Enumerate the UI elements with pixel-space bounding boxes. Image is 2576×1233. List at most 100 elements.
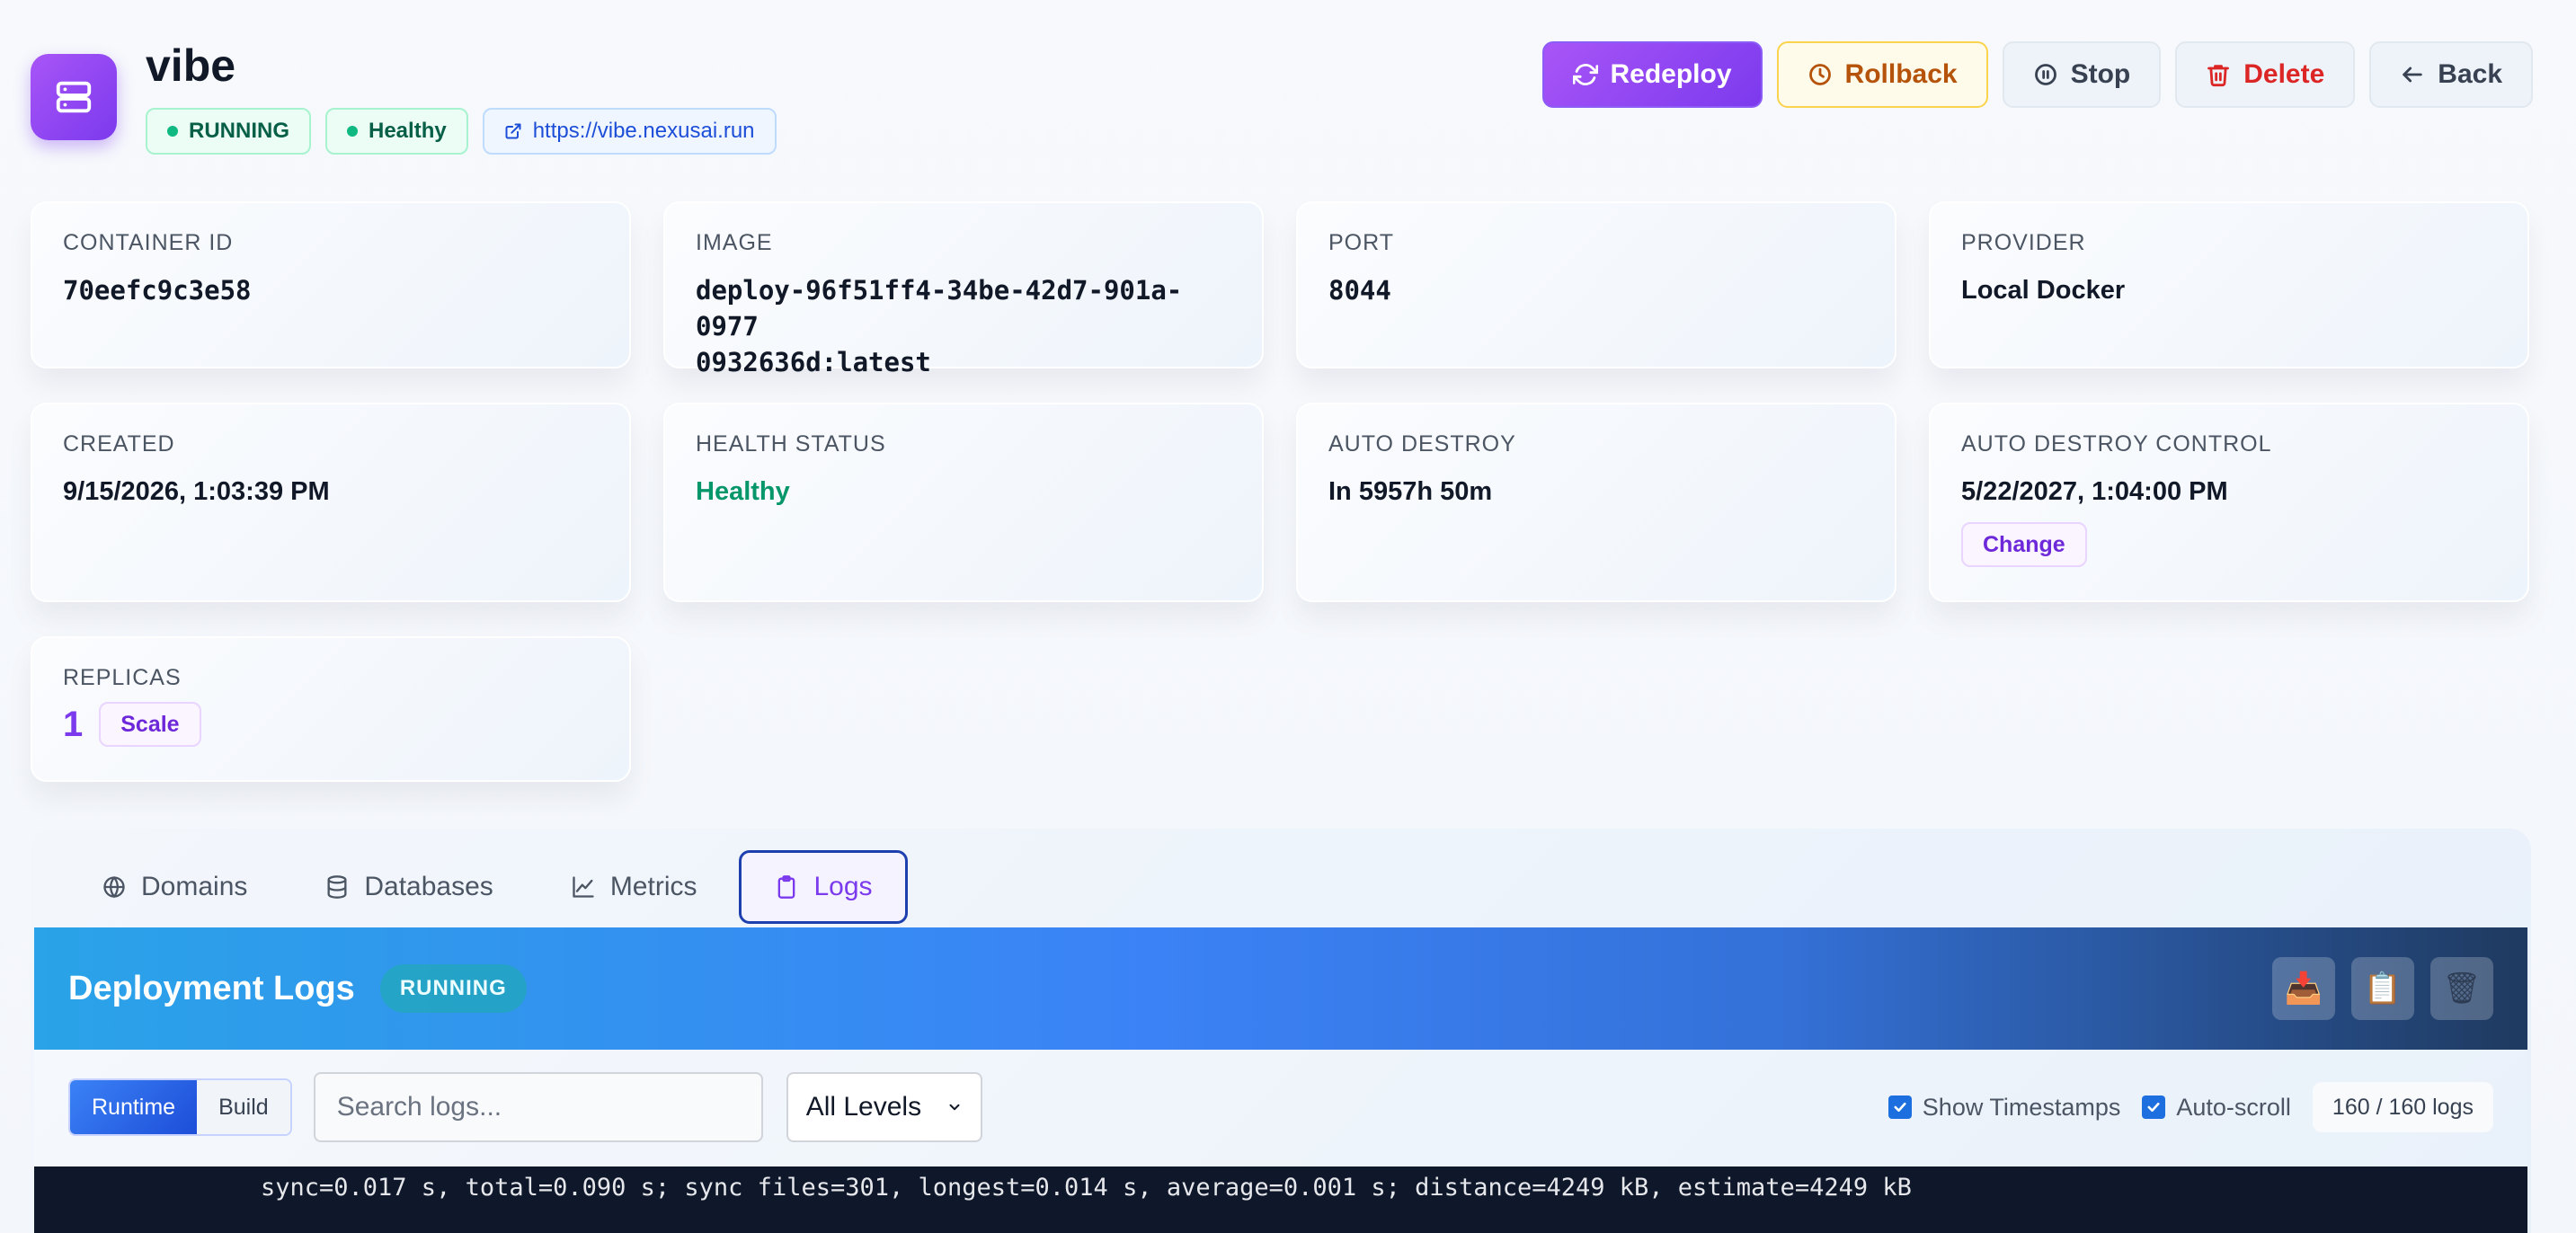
show-timestamps-label: Show Timestamps: [1922, 1093, 2121, 1121]
card-label: PORT: [1328, 230, 1394, 255]
image-value-line: 0932636d:latest: [696, 347, 931, 377]
logs-toolbar: Runtime Build All Levels Show Timestamps…: [34, 1050, 2527, 1165]
health-badge-label: Healthy: [369, 119, 447, 143]
tab-databases[interactable]: Databases: [289, 850, 528, 924]
level-select-value: All Levels: [805, 1092, 922, 1122]
clear-logs-button[interactable]: 🗑: [2430, 957, 2493, 1020]
redeploy-button[interactable]: Redeploy: [1541, 41, 1763, 108]
health-dot-icon: [347, 126, 358, 137]
clock-icon: [1808, 64, 1831, 85]
card-label: REPLICAS: [63, 665, 182, 690]
external-link-icon: [505, 123, 521, 139]
back-button[interactable]: Back: [2369, 41, 2533, 108]
log-output[interactable]: sync=0.017 s, total=0.090 s; sync files=…: [34, 1166, 2527, 1233]
search-logs-input[interactable]: [313, 1072, 763, 1142]
port-card: PORT 8044: [1296, 201, 1896, 368]
card-label: HEALTH STATUS: [696, 431, 886, 457]
card-label: AUTO DESTROY CONTROL: [1961, 431, 2272, 457]
tab-logs[interactable]: Logs: [739, 850, 908, 924]
auto-scroll-label: Auto-scroll: [2176, 1093, 2291, 1121]
tab-label: Domains: [141, 872, 248, 901]
level-select[interactable]: All Levels: [786, 1072, 982, 1142]
clipboard-icon: [778, 875, 795, 899]
back-label: Back: [2438, 59, 2502, 89]
app-icon: [31, 54, 117, 140]
logs-header-actions: 📥 📋 🗑: [2272, 957, 2493, 1020]
trash-icon: [2207, 65, 2230, 87]
change-button[interactable]: Change: [1961, 522, 2087, 567]
image-value: deploy-96f51ff4-34be-42d7-901a-0977 0932…: [696, 272, 1231, 380]
tab-label: Databases: [364, 872, 493, 901]
rollback-button[interactable]: Rollback: [1776, 41, 1988, 108]
scale-button[interactable]: Scale: [99, 702, 201, 747]
tab-label: Logs: [813, 872, 873, 901]
replicas-value: 1: [63, 704, 84, 744]
provider-value: Local Docker: [1961, 276, 2126, 305]
status-dot-icon: [167, 126, 178, 137]
build-toggle[interactable]: Build: [197, 1080, 290, 1134]
auto-destroy-control-card: AUTO DESTROY CONTROL 5/22/2027, 1:04:00 …: [1929, 403, 2529, 602]
created-card: CREATED 9/15/2026, 1:03:39 PM: [31, 403, 631, 602]
logs-status-badge: RUNNING: [379, 964, 527, 1013]
status-badge-label: RUNNING: [189, 119, 289, 143]
health-status-card: HEALTH STATUS Healthy: [663, 403, 1264, 602]
checkbox-checked-icon: [1888, 1096, 1912, 1119]
port-value: 8044: [1328, 275, 1391, 306]
log-options: Show Timestamps Auto-scroll 160 / 160 lo…: [1888, 1082, 2493, 1132]
delete-button[interactable]: Delete: [2175, 41, 2356, 108]
delete-label: Delete: [2243, 59, 2325, 89]
download-icon: 📥: [2284, 971, 2323, 1006]
logs-header: Deployment Logs RUNNING 📥 📋 🗑: [34, 927, 2527, 1050]
stop-button[interactable]: Stop: [2002, 41, 2162, 108]
trash-icon: 🗑: [2442, 971, 2482, 1006]
status-badges: RUNNING Healthy https://vibe.nexusai.run: [146, 108, 777, 155]
logs-title: Deployment Logs: [68, 969, 355, 1007]
log-line: sync=0.017 s, total=0.090 s; sync files=…: [261, 1174, 1912, 1202]
container-id-card: CONTAINER ID 70eefc9c3e58: [31, 201, 631, 368]
details-panel: Domains Databases Metrics Logs Deploymen…: [31, 829, 2531, 1233]
app-url-text: https://vibe.nexusai.run: [532, 119, 755, 143]
download-logs-button[interactable]: 📥: [2272, 957, 2335, 1020]
card-label: CREATED: [63, 431, 175, 457]
replicas-card: REPLICAS 1 Scale: [31, 636, 631, 782]
health-status-value: Healthy: [696, 477, 790, 506]
auto-scroll-checkbox[interactable]: Auto-scroll: [2142, 1094, 2291, 1122]
tab-metrics[interactable]: Metrics: [536, 850, 733, 924]
globe-icon: [103, 876, 125, 899]
tab-bar: Domains Databases Metrics Logs: [67, 850, 908, 924]
container-id-value: 70eefc9c3e58: [63, 275, 252, 306]
chart-icon: [573, 876, 594, 898]
pause-icon: [2034, 64, 2056, 85]
card-label: PROVIDER: [1961, 230, 2086, 255]
database-icon: [327, 875, 347, 899]
show-timestamps-checkbox[interactable]: Show Timestamps: [1888, 1093, 2121, 1122]
stop-label: Stop: [2070, 59, 2131, 89]
tab-domains[interactable]: Domains: [67, 850, 282, 924]
status-badge: RUNNING: [146, 108, 311, 155]
log-source-toggle: Runtime Build: [68, 1078, 292, 1136]
copy-logs-button[interactable]: 📋: [2351, 957, 2414, 1020]
chevron-down-icon: [949, 1104, 960, 1111]
image-value-line: deploy-96f51ff4-34be-42d7-901a-0977: [696, 275, 1183, 342]
health-badge: Healthy: [325, 108, 468, 155]
card-label: AUTO DESTROY: [1328, 431, 1516, 457]
redeploy-label: Redeploy: [1610, 59, 1732, 89]
page-title: vibe: [146, 40, 236, 91]
arrow-left-icon: [2403, 67, 2423, 83]
header-actions: Redeploy Rollback Stop Delete Back: [1541, 41, 2533, 108]
auto-destroy-card: AUTO DESTROY In 5957h 50m: [1296, 403, 1896, 602]
image-card: IMAGE deploy-96f51ff4-34be-42d7-901a-097…: [663, 201, 1264, 377]
tab-label: Metrics: [609, 872, 697, 901]
rollback-label: Rollback: [1844, 59, 1958, 89]
refresh-icon: [1572, 64, 1598, 85]
card-label: CONTAINER ID: [63, 230, 234, 255]
auto-destroy-value: In 5957h 50m: [1328, 477, 1493, 506]
checkbox-checked-icon: [2142, 1096, 2166, 1119]
runtime-toggle[interactable]: Runtime: [70, 1080, 198, 1134]
server-icon: [56, 81, 92, 113]
copy-icon: 📋: [2363, 971, 2403, 1006]
auto-destroy-control-value: 5/22/2027, 1:04:00 PM: [1961, 477, 2228, 506]
log-count-badge: 160 / 160 logs: [2312, 1082, 2493, 1132]
created-value: 9/15/2026, 1:03:39 PM: [63, 477, 330, 506]
app-url-link[interactable]: https://vibe.nexusai.run: [482, 108, 777, 155]
